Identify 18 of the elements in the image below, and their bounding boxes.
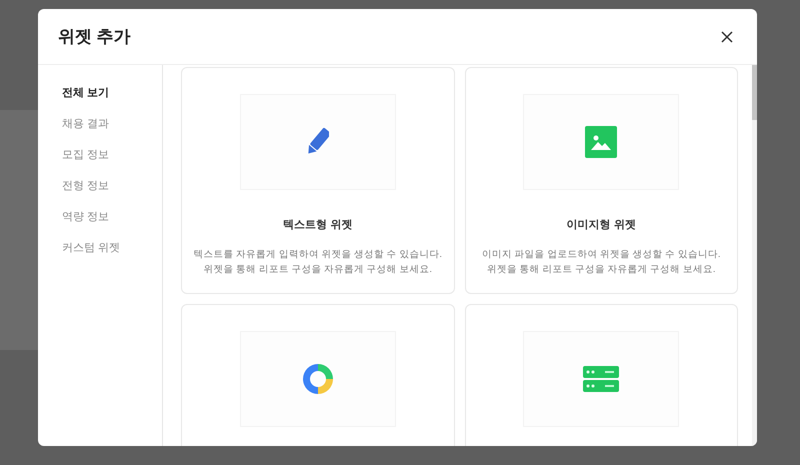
sidebar-item[interactable]: 모집 정보 <box>62 147 162 163</box>
widget-description: 텍스트를 자유롭게 입력하여 위젯을 생성할 수 있습니다. 위젯을 통해 리포트 구성을 자유롭게 구성해 보세요. <box>194 248 442 276</box>
widget-card[interactable]: 이미지형 위젯 이미지 파일을 업로드하여 위젯을 생성할 수 있습니다. 위젯을 통해 리포트 구성을 자유롭게 구성해 보세요. <box>464 67 738 294</box>
sidebar-item[interactable]: 채용 결과 <box>62 116 162 132</box>
dialog-title: 위젯 추가 <box>58 26 131 48</box>
widget-description: 이미지 파일을 업로드하여 위젯을 생성할 수 있습니다. 위젯을 통해 리포트 구성을 자유롭게 구성해 보세요. <box>482 248 720 276</box>
widget-title: 이미지형 위젯 <box>566 218 636 233</box>
sidebar-item[interactable]: 전체 보기 <box>62 85 162 101</box>
widget-title: 텍스트형 위젯 <box>283 218 352 233</box>
sidebar-item[interactable]: 역량 정보 <box>62 209 162 225</box>
scrollbar[interactable] <box>752 65 757 446</box>
sidebar-item[interactable]: 커스텀 위젯 <box>62 240 162 256</box>
close-button[interactable] <box>719 28 735 44</box>
image-icon <box>585 126 618 158</box>
close-icon <box>721 30 733 42</box>
widget-card[interactable]: 텍스트형 위젯 텍스트를 자유롭게 입력하여 위젯을 생성할 수 있습니다. 위젯을 통해 리포트 구성을 자유롭게 구성해 보세요. <box>181 67 454 294</box>
server-icon <box>583 366 620 392</box>
sidebar-item[interactable]: 전형 정보 <box>62 178 162 194</box>
